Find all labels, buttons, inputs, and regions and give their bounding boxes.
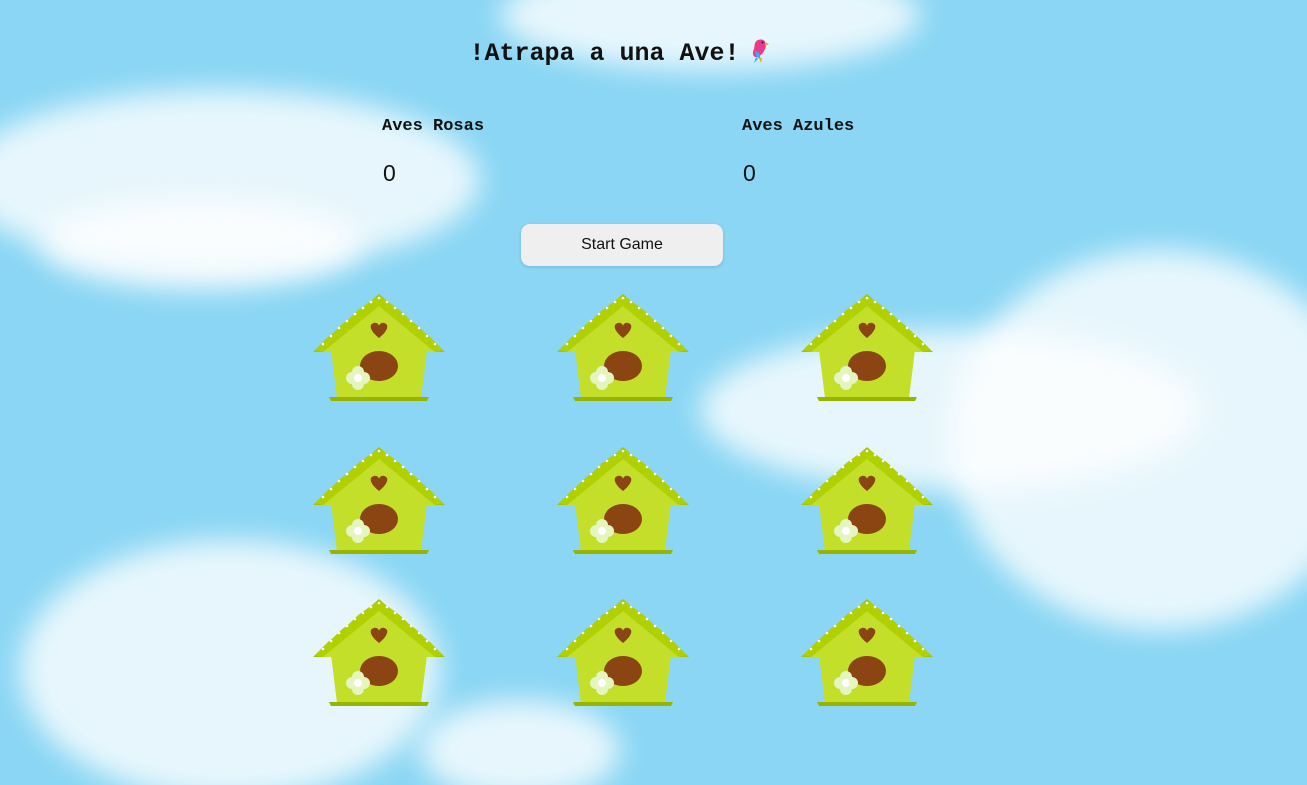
- birdhouse-hole-2[interactable]: [555, 294, 691, 406]
- birdhouse-hole-9[interactable]: [799, 599, 935, 711]
- birdhouse-hole-5[interactable]: [555, 447, 691, 559]
- pink-birds-label: Aves Rosas: [382, 117, 485, 136]
- birdhouse-hole-4[interactable]: [311, 447, 447, 559]
- birdhouse-icon: [801, 294, 933, 401]
- start-game-button[interactable]: Start Game: [521, 224, 723, 266]
- birdhouse-icon: [313, 599, 445, 706]
- birdhouse-hole-3[interactable]: [799, 294, 935, 406]
- birdhouse-hole-6[interactable]: [799, 447, 935, 559]
- birdhouse-hole-7[interactable]: [311, 599, 447, 711]
- birdhouse-icon: [801, 599, 933, 706]
- birdhouse-hole-1[interactable]: [311, 294, 447, 406]
- birdhouse-icon: [313, 294, 445, 401]
- parrot-icon: [748, 36, 774, 72]
- page-title: !Atrapa a una Ave!: [0, 36, 1243, 72]
- birdhouse-icon: [801, 447, 933, 554]
- blue-birds-score: 0: [743, 160, 756, 186]
- birdhouse-hole-8[interactable]: [555, 599, 691, 711]
- birdhouse-icon: [557, 447, 689, 554]
- birdhouse-icon: [313, 447, 445, 554]
- title-text: !Atrapa a una Ave!: [469, 39, 740, 68]
- birdhouse-icon: [557, 599, 689, 706]
- blue-birds-label: Aves Azules: [742, 117, 855, 136]
- pink-birds-score: 0: [383, 160, 396, 186]
- birdhouse-icon: [557, 294, 689, 401]
